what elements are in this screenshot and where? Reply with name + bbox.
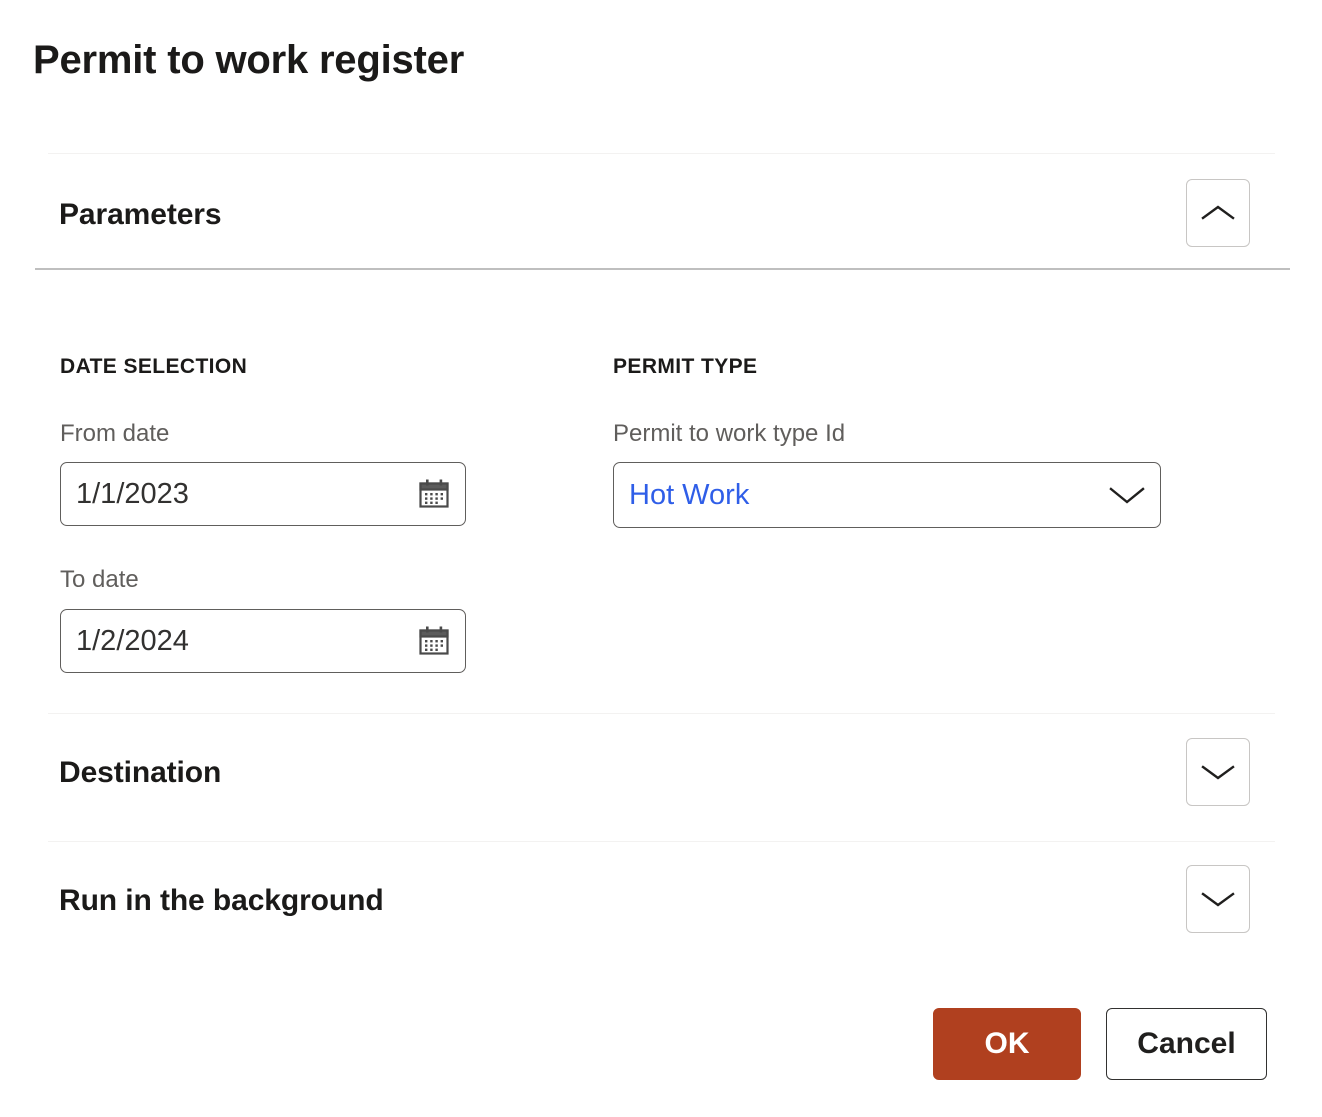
section-title-parameters: Parameters [59, 198, 222, 231]
to-date-input[interactable]: 1/2/2024 [60, 609, 466, 673]
group-label-date-selection: DATE SELECTION [60, 355, 248, 378]
chevron-down-icon [1201, 889, 1235, 909]
calendar-icon[interactable] [417, 624, 451, 658]
permit-type-id-label: Permit to work type Id [613, 420, 846, 447]
cancel-button[interactable]: Cancel [1106, 1008, 1267, 1080]
divider-above-run-in-background [48, 841, 1275, 842]
chevron-down-icon[interactable] [1108, 484, 1146, 506]
section-title-run-in-background: Run in the background [59, 884, 384, 917]
from-date-input[interactable]: 1/1/2023 [60, 462, 466, 526]
group-label-permit-type: PERMIT TYPE [613, 355, 758, 378]
destination-expand-button[interactable] [1186, 738, 1250, 806]
page-title: Permit to work register [33, 38, 465, 82]
chevron-up-icon [1201, 203, 1235, 223]
from-date-value: 1/1/2023 [76, 479, 189, 509]
from-date-label: From date [60, 420, 170, 447]
to-date-label: To date [60, 566, 139, 593]
chevron-down-icon [1201, 762, 1235, 782]
divider-above-parameters [48, 153, 1275, 154]
run-in-background-expand-button[interactable] [1186, 865, 1250, 933]
parameters-collapse-button[interactable] [1186, 179, 1250, 247]
divider-below-parameters-header [35, 268, 1290, 270]
divider-above-destination [48, 713, 1275, 714]
section-title-destination: Destination [59, 756, 222, 789]
calendar-icon[interactable] [417, 477, 451, 511]
ok-button[interactable]: OK [933, 1008, 1081, 1080]
to-date-value: 1/2/2024 [76, 626, 189, 656]
permit-to-work-type-id-select[interactable]: Hot Work [613, 462, 1161, 528]
permit-to-work-type-id-value: Hot Work [629, 480, 750, 510]
